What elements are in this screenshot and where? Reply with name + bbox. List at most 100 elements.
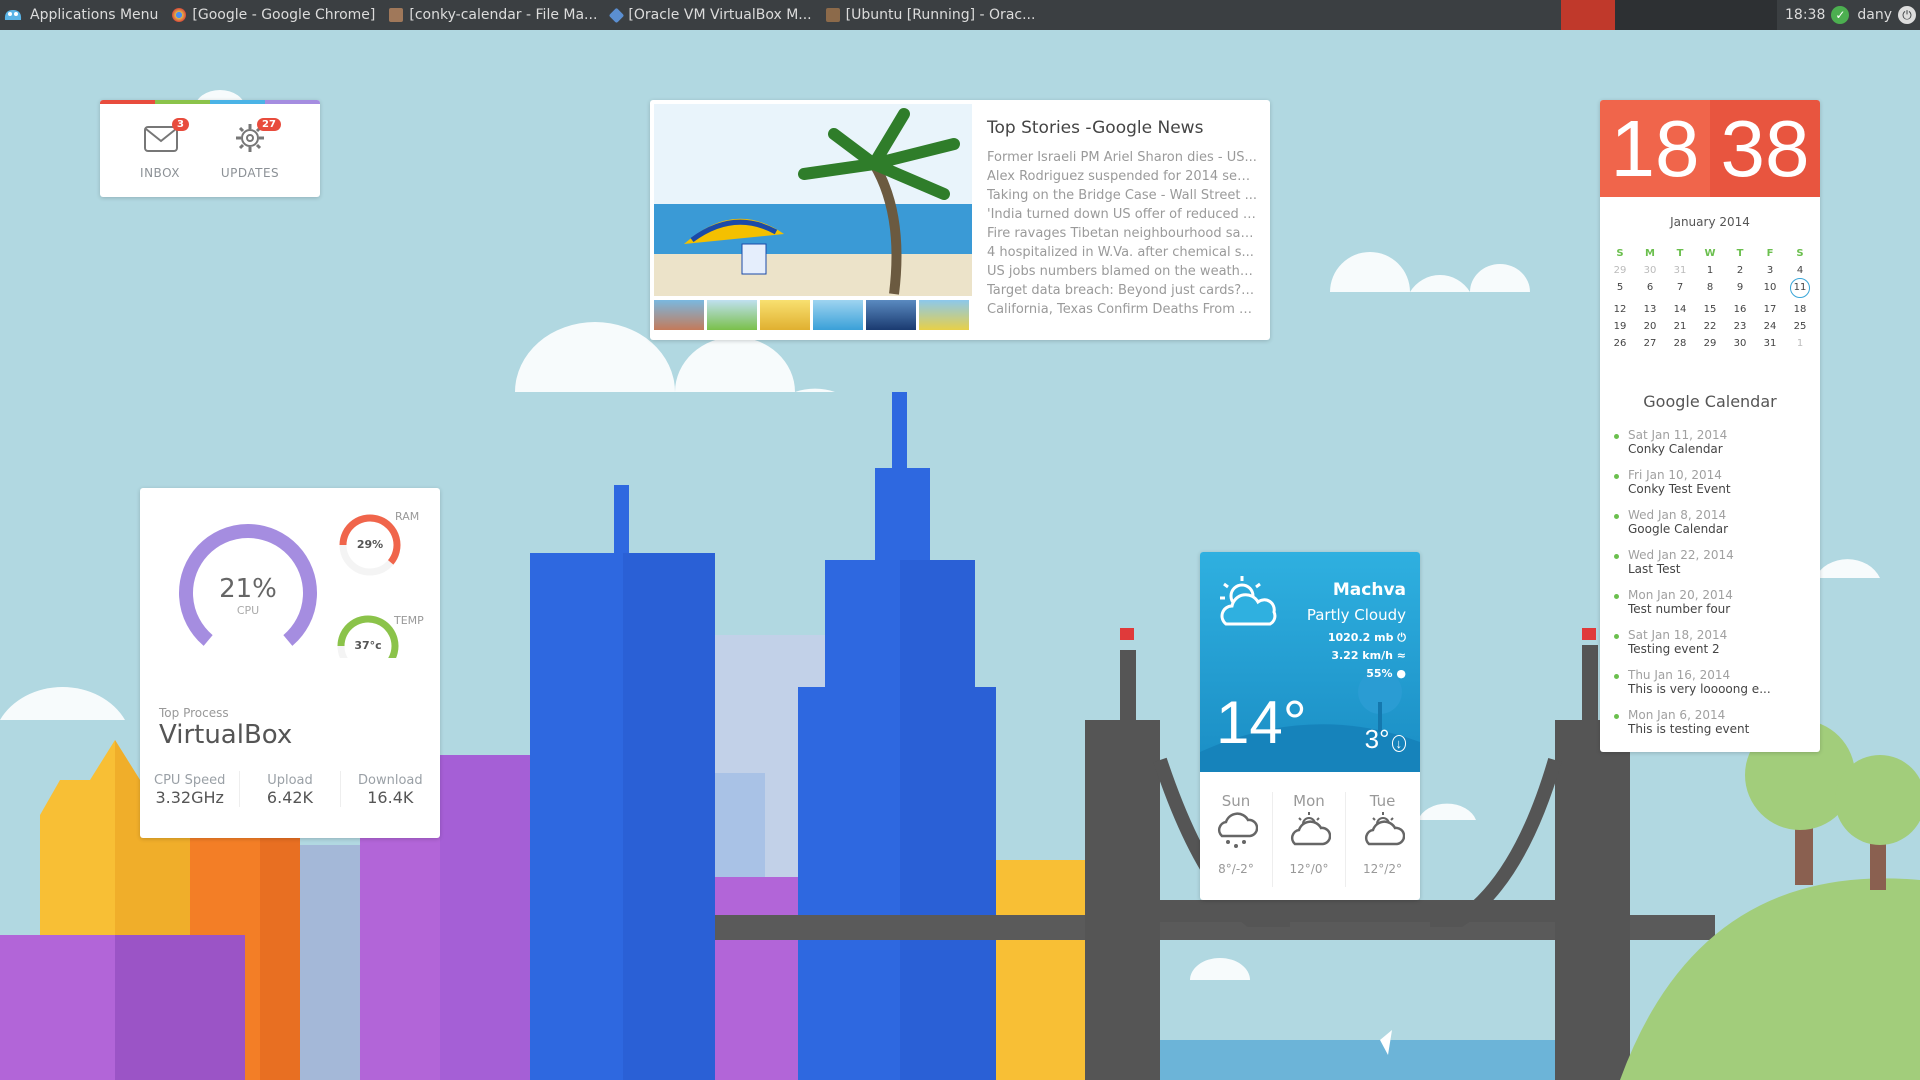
humidity-value: 55% <box>1366 667 1393 680</box>
calendar-day[interactable]: 9 <box>1725 282 1755 298</box>
news-item[interactable]: Target data breach: Beyond just cards? -… <box>987 281 1257 300</box>
calendar-day[interactable]: 27 <box>1635 338 1665 349</box>
workspace-2[interactable] <box>1615 0 1670 30</box>
calendar-day[interactable]: 19 <box>1605 321 1635 332</box>
calendar-event[interactable]: Fri Jan 10, 2014 Conky Test Event <box>1614 468 1814 496</box>
forecast-day-label: Sun <box>1221 792 1251 810</box>
calendar-day[interactable]: 4 <box>1785 265 1815 276</box>
calendar-day[interactable]: 20 <box>1635 321 1665 332</box>
news-item[interactable]: Former Israeli PM Ariel Sharon dies - US… <box>987 148 1257 167</box>
color-strip <box>100 100 320 104</box>
calendar-day-today[interactable]: 11 <box>1790 278 1810 298</box>
calendar-day[interactable]: 8 <box>1695 282 1725 298</box>
calendar-day[interactable]: 7 <box>1665 282 1695 298</box>
news-item[interactable]: 'India turned down US offer of reduced c… <box>987 205 1257 224</box>
clock-hour: 18 <box>1600 100 1710 197</box>
applications-menu-button[interactable]: Applications Menu <box>2 4 158 26</box>
event-dot <box>1614 674 1619 679</box>
taskbar: Applications Menu [Google - Google Chrom… <box>0 0 1920 30</box>
calendar-day[interactable]: 25 <box>1785 321 1815 332</box>
calendar-day[interactable]: 21 <box>1665 321 1695 332</box>
taskbar-window-ubuntu[interactable]: [Ubuntu [Running] - Orac... <box>825 7 1036 23</box>
calendar-day[interactable]: 3 <box>1755 265 1785 276</box>
calendar-day[interactable]: 1 <box>1785 338 1815 349</box>
taskbar-window-chrome[interactable]: [Google - Google Chrome] <box>172 7 375 23</box>
calendar-day[interactable]: 31 <box>1665 265 1695 276</box>
calendar-day[interactable]: 30 <box>1635 265 1665 276</box>
workspace-1[interactable] <box>1561 0 1616 30</box>
calendar-day[interactable]: 6 <box>1635 282 1665 298</box>
calendar-grid: S M T W T F S 29 30 31 1 2 3 4 5 6 7 8 9 10 11 12 13 14 15 16 17 18… <box>1605 248 1815 349</box>
calendar-day[interactable]: 31 <box>1755 338 1785 349</box>
calendar-day[interactable]: 15 <box>1695 304 1725 315</box>
calendar-day[interactable]: 26 <box>1605 338 1635 349</box>
weekday-header: S <box>1616 248 1624 259</box>
event-title: Last Test <box>1628 562 1681 576</box>
weather-current-panel: Machva Partly Cloudy 1020.2 mb ⏻ 3.22 km… <box>1200 552 1420 772</box>
event-dot <box>1614 714 1619 719</box>
calendar-event[interactable]: Thu Jan 16, 2014 This is very loooong e..… <box>1614 668 1814 696</box>
stat-value: 3.32GHz <box>155 788 224 807</box>
workspace-4[interactable] <box>1723 0 1778 30</box>
forecast-temps: 12°/2° <box>1363 862 1402 876</box>
news-thumbnail[interactable] <box>866 300 916 330</box>
taskbar-window-file-manager[interactable]: [conky-calendar - File Ma... <box>389 7 597 23</box>
calendar-day[interactable]: 10 <box>1755 282 1785 298</box>
logout-icon[interactable]: ⏻ <box>1898 6 1916 24</box>
weekday-header: W <box>1704 248 1716 259</box>
taskbar-window-label: [Google - Google Chrome] <box>192 7 376 23</box>
calendar-day[interactable]: 29 <box>1605 265 1635 276</box>
calendar-day[interactable]: 16 <box>1725 304 1755 315</box>
news-thumbnail[interactable] <box>707 300 757 330</box>
calendar-day[interactable]: 22 <box>1695 321 1725 332</box>
wind-value: 3.22 km/h <box>1331 649 1393 662</box>
updates-button[interactable]: 27 UPDATES <box>217 118 283 188</box>
news-thumbnail[interactable] <box>654 300 704 330</box>
news-item[interactable]: Fire ravages Tibetan neighbourhood said … <box>987 224 1257 243</box>
calendar-day[interactable]: 28 <box>1665 338 1695 349</box>
calendar-event[interactable]: Wed Jan 8, 2014 Google Calendar <box>1614 508 1814 536</box>
ram-label: RAM <box>395 510 420 523</box>
events-title: Google Calendar <box>1643 392 1777 411</box>
top-process-name: VirtualBox <box>159 720 293 750</box>
calendar-day[interactable]: 12 <box>1605 304 1635 315</box>
clock-time[interactable]: 18:38 <box>1785 7 1825 23</box>
calendar-day[interactable]: 17 <box>1755 304 1785 315</box>
calendar-day[interactable]: 2 <box>1725 265 1755 276</box>
envelope-icon <box>144 126 178 152</box>
news-item[interactable]: 4 hospitalized in W.Va. after chemical s… <box>987 243 1257 262</box>
stat-label: CPU Speed <box>154 773 226 788</box>
calendar-day[interactable]: 1 <box>1695 265 1725 276</box>
news-item[interactable]: California, Texas Confirm Deaths From H1… <box>987 300 1257 319</box>
inbox-button[interactable]: 3 INBOX <box>130 118 190 188</box>
news-item[interactable]: US jobs numbers blamed on the weather - … <box>987 262 1257 281</box>
news-thumbnail[interactable] <box>760 300 810 330</box>
calendar-day[interactable]: 18 <box>1785 304 1815 315</box>
news-item[interactable]: Taking on the Bridge Case - Wall Street … <box>987 186 1257 205</box>
workspace-3[interactable] <box>1669 0 1724 30</box>
cpu-speed-stat: CPU Speed 3.32GHz <box>140 771 241 807</box>
taskbar-window-virtualbox[interactable]: [Oracle VM VirtualBox M... <box>609 7 812 23</box>
calendar-day[interactable]: 30 <box>1725 338 1755 349</box>
news-thumbnails <box>654 300 969 330</box>
calendar-event[interactable]: Mon Jan 6, 2014 This is testing event <box>1614 708 1814 736</box>
ubuntu-icon <box>825 8 840 22</box>
calendar-event[interactable]: Mon Jan 20, 2014 Test number four <box>1614 588 1814 616</box>
calendar-event[interactable]: Wed Jan 22, 2014 Last Test <box>1614 548 1814 576</box>
cpu-value: 21% <box>219 574 277 604</box>
calendar-day[interactable]: 14 <box>1665 304 1695 315</box>
calendar-day[interactable]: 23 <box>1725 321 1755 332</box>
event-date: Mon Jan 20, 2014 <box>1628 588 1733 602</box>
calendar-day[interactable]: 13 <box>1635 304 1665 315</box>
taskbar-window-label: [Ubuntu [Running] - Orac... <box>845 7 1036 23</box>
news-thumbnail[interactable] <box>919 300 969 330</box>
event-date: Sat Jan 18, 2014 <box>1628 628 1728 642</box>
news-thumbnail[interactable] <box>813 300 863 330</box>
calendar-day[interactable]: 5 <box>1605 282 1635 298</box>
calendar-event[interactable]: Sat Jan 18, 2014 Testing event 2 <box>1614 628 1814 656</box>
calendar-day[interactable]: 24 <box>1755 321 1785 332</box>
calendar-event[interactable]: Sat Jan 11, 2014 Conky Calendar <box>1614 428 1814 456</box>
user-name[interactable]: dany <box>1857 7 1892 23</box>
calendar-day[interactable]: 29 <box>1695 338 1725 349</box>
news-item[interactable]: Alex Rodriguez suspended for 2014 season… <box>987 167 1257 186</box>
